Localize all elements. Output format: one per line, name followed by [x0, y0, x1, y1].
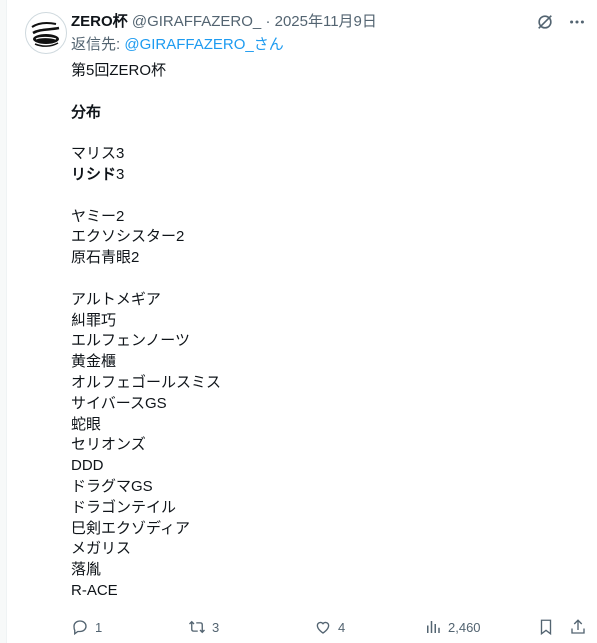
like-count: 4 [338, 619, 346, 635]
user-handle[interactable]: @GIRAFFAZERO_ [132, 13, 261, 30]
deck-count: 3 [116, 145, 125, 163]
view-count: 2,460 [448, 619, 481, 635]
deck-count: 3 [116, 165, 125, 183]
deck-line: ドラゴンテイル [71, 498, 177, 516]
deck-line: アルトメギア [71, 290, 161, 308]
deck-line: エルフェンノーツ [71, 332, 190, 350]
avatar-logo-icon [31, 22, 60, 47]
deck-line: セリオンズ [71, 436, 146, 454]
replying-handle-link[interactable]: @GIRAFFAZERO_ [124, 36, 253, 53]
heart-icon [316, 621, 330, 634]
tweet: ZERO杯 @GIRAFFAZERO_ · 2025年11月9日 返信先: @G… [0, 0, 597, 643]
tweet-title: 第5回ZERO杯 [71, 62, 167, 79]
deck-line: DDD [71, 457, 104, 475]
bookmark-icon [540, 619, 552, 636]
grok-icon[interactable] [535, 12, 555, 32]
reply-icon [73, 620, 87, 636]
deck-name: リシド [71, 165, 117, 183]
deck-line: 原石青眼2 [71, 249, 140, 267]
deck-line: 蛇眼 [71, 415, 102, 433]
replying-to: 返信先: @GIRAFFAZERO_さん [71, 35, 284, 55]
deck-line: エクソシスター2 [71, 228, 185, 246]
more-options-icon[interactable] [567, 12, 587, 32]
deck-line: サイバースGS [71, 394, 167, 412]
repost-count: 3 [212, 619, 220, 635]
share-icon [571, 619, 585, 634]
post-date[interactable]: 2025年11月9日 [275, 13, 377, 30]
reply-count: 1 [95, 619, 103, 635]
display-name[interactable]: ZERO杯 [71, 13, 128, 30]
replying-prefix: 返信先: [71, 36, 121, 53]
tweet-header: ZERO杯 @GIRAFFAZERO_ · 2025年11月9日 [71, 12, 527, 32]
left-border [0, 0, 7, 643]
deck-line: 黄金櫃 [71, 353, 117, 371]
repost-icon [189, 620, 205, 634]
deck-line: ドラグマGS [71, 477, 153, 495]
action-bar: 1 3 4 2,460 [71, 617, 587, 637]
deck-name: マリス [71, 145, 117, 163]
bookmark-button[interactable] [537, 618, 555, 636]
deck-line: 糾罪巧 [71, 311, 117, 329]
deck-line: 落胤 [71, 561, 102, 579]
separator-dot: · [265, 13, 271, 30]
distribution-heading: 分布 [71, 103, 102, 121]
deck-line: マリス3 [71, 144, 577, 165]
avatar[interactable] [25, 12, 67, 54]
share-button[interactable] [569, 618, 587, 636]
right-actions [537, 618, 587, 636]
reply-button[interactable]: 1 [71, 618, 188, 636]
header-actions [535, 12, 587, 32]
deck-line: ヤミー2 [71, 207, 125, 225]
deck-line: 巳剣エクゾディア [71, 519, 190, 537]
views-button[interactable]: 2,460 [424, 618, 527, 636]
deck-line: R-ACE [71, 581, 118, 599]
repost-button[interactable]: 3 [188, 618, 314, 636]
deck-line: リシド3 [71, 165, 577, 186]
replying-suffix[interactable]: さん [254, 36, 284, 53]
analytics-icon [427, 621, 440, 633]
like-button[interactable]: 4 [314, 618, 424, 636]
deck-line: オルフェゴールスミス [71, 373, 222, 391]
tweet-body: 第5回ZERO杯 分布 マリス3 リシド3 ヤミー2 エクソシスター2 原石青眼… [71, 61, 577, 602]
deck-line: メガリス [71, 540, 132, 558]
